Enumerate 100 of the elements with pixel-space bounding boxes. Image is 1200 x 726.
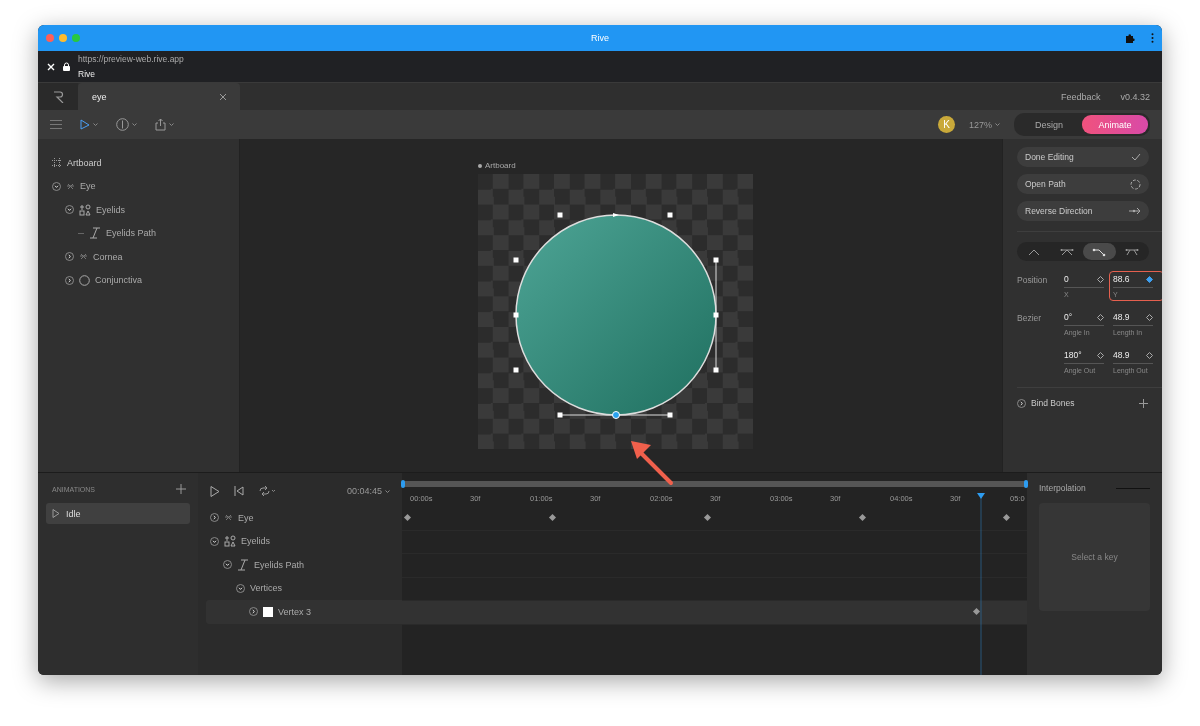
animation-item[interactable]: Idle bbox=[46, 503, 190, 524]
start-marker bbox=[613, 213, 619, 217]
keyframe-icon[interactable] bbox=[1097, 275, 1104, 283]
artboard-icon bbox=[52, 157, 62, 168]
expand-toggle[interactable] bbox=[210, 536, 219, 546]
value-field[interactable]: 48.9 bbox=[1113, 350, 1130, 360]
caret-icon[interactable] bbox=[132, 123, 137, 126]
shapes-icon bbox=[79, 203, 91, 216]
shapes-icon bbox=[224, 535, 236, 548]
dashed-circle-icon bbox=[1130, 178, 1141, 190]
layer-name[interactable]: Eye bbox=[80, 181, 96, 192]
pen-circle-icon[interactable] bbox=[116, 118, 129, 131]
vertex-mode-button[interactable] bbox=[1083, 243, 1116, 260]
puzzle-icon[interactable] bbox=[1125, 33, 1135, 43]
layer-name[interactable]: Eyelids Path bbox=[106, 228, 157, 239]
expand-toggle[interactable] bbox=[52, 181, 61, 191]
plus-icon[interactable] bbox=[1139, 398, 1148, 408]
zoom-dropdown[interactable]: 127% bbox=[968, 119, 1000, 130]
keyframe-icon[interactable] bbox=[1146, 275, 1153, 283]
version-label: v0.4.32 bbox=[1120, 91, 1150, 102]
circle-icon bbox=[79, 274, 90, 286]
expand-toggle[interactable] bbox=[1017, 398, 1026, 408]
menu-icon[interactable] bbox=[50, 120, 62, 129]
playhead[interactable] bbox=[976, 493, 986, 675]
keyframe[interactable] bbox=[972, 607, 981, 616]
property-label: Position bbox=[1017, 274, 1049, 287]
group-icon bbox=[224, 513, 233, 523]
keyframe[interactable] bbox=[703, 513, 712, 522]
page-title: Rive bbox=[78, 69, 96, 79]
section-title[interactable]: Bind Bones bbox=[1031, 398, 1075, 408]
track-name[interactable]: Vertex 3 bbox=[278, 606, 312, 617]
play-icon[interactable] bbox=[210, 485, 220, 497]
tree-connector bbox=[78, 232, 84, 234]
plus-icon[interactable] bbox=[176, 484, 186, 494]
window-title: Rive bbox=[591, 33, 609, 43]
keyframe-icon[interactable] bbox=[1097, 313, 1104, 321]
mode-tab[interactable]: Animate bbox=[1082, 115, 1148, 134]
pen-path-icon bbox=[237, 558, 249, 571]
action-button[interactable]: Open Path bbox=[1017, 174, 1149, 194]
value-field[interactable]: 48.9 bbox=[1113, 312, 1130, 322]
caret-icon[interactable] bbox=[93, 123, 98, 126]
mode-tab[interactable]: Design bbox=[1016, 115, 1082, 134]
expand-toggle[interactable] bbox=[65, 205, 74, 215]
property-label: Bezier bbox=[1017, 312, 1043, 325]
expand-toggle[interactable] bbox=[249, 607, 258, 617]
caret-icon[interactable] bbox=[385, 489, 390, 493]
value-field[interactable]: 180° bbox=[1064, 350, 1082, 360]
vertex-mode-icon bbox=[1059, 246, 1074, 257]
track-name[interactable]: Eyelids Path bbox=[254, 559, 305, 570]
action-button[interactable]: Done Editing bbox=[1017, 147, 1149, 167]
logo-icon[interactable] bbox=[52, 90, 64, 103]
pointer-icon[interactable] bbox=[80, 119, 90, 130]
track-name[interactable]: Eye bbox=[238, 512, 254, 523]
check-icon bbox=[1131, 153, 1141, 161]
expand-toggle[interactable] bbox=[65, 275, 74, 285]
url-text: https://preview-web.rive.app bbox=[78, 54, 184, 64]
track-name[interactable]: Vertices bbox=[250, 583, 282, 594]
group-icon bbox=[66, 181, 75, 191]
timeline-scrollbar[interactable] bbox=[402, 481, 1027, 487]
panel-title: Interpolation bbox=[1039, 483, 1086, 493]
value-field[interactable]: 88.6 bbox=[1113, 274, 1130, 284]
keyframe[interactable] bbox=[403, 513, 412, 522]
layer-name[interactable]: Eyelids bbox=[96, 204, 125, 215]
layer-name[interactable]: Artboard bbox=[67, 157, 102, 168]
caret-icon[interactable] bbox=[169, 123, 174, 126]
feedback-link[interactable]: Feedback bbox=[1060, 91, 1101, 102]
keyframe[interactable] bbox=[858, 513, 867, 522]
keyframe[interactable] bbox=[548, 513, 557, 522]
vertex-handle[interactable] bbox=[612, 411, 620, 419]
keyframe-icon[interactable] bbox=[1097, 351, 1104, 359]
more-icon[interactable] bbox=[1151, 33, 1154, 43]
vertex-mode-icon bbox=[1124, 246, 1139, 257]
expand-toggle[interactable] bbox=[236, 583, 245, 593]
caret-icon[interactable] bbox=[995, 123, 1000, 126]
lock-icon bbox=[63, 62, 70, 71]
keyframe[interactable] bbox=[1002, 513, 1011, 522]
artboard-label: Artboard bbox=[478, 161, 1002, 170]
value-field[interactable]: 0 bbox=[1064, 274, 1069, 284]
group-icon bbox=[79, 252, 88, 262]
expand-toggle[interactable] bbox=[210, 513, 219, 523]
expand-toggle[interactable] bbox=[65, 252, 74, 262]
layer-name[interactable]: Conjunctiva bbox=[95, 275, 143, 286]
keyframe-icon[interactable] bbox=[1146, 351, 1153, 359]
file-tab[interactable]: eye bbox=[78, 83, 240, 110]
export-icon[interactable] bbox=[155, 118, 166, 131]
track-name[interactable]: Eyelids bbox=[241, 536, 270, 547]
vertex-swatch bbox=[263, 606, 273, 617]
play-icon bbox=[52, 509, 60, 518]
skip-back-icon[interactable] bbox=[234, 486, 244, 496]
layer-name[interactable]: Cornea bbox=[93, 251, 123, 262]
vertex-mode-icon bbox=[1092, 246, 1107, 257]
expand-toggle[interactable] bbox=[223, 560, 232, 570]
pen-path-icon bbox=[89, 227, 101, 240]
loop-icon[interactable] bbox=[258, 486, 276, 496]
value-field[interactable]: 0° bbox=[1064, 312, 1073, 322]
keyframe-icon[interactable] bbox=[1146, 313, 1153, 321]
empty-message: Select a key bbox=[1071, 552, 1118, 562]
time-display[interactable]: 00:04:45 bbox=[346, 486, 390, 496]
arrow-right-icon bbox=[1129, 207, 1141, 215]
action-button[interactable]: Reverse Direction bbox=[1017, 201, 1149, 221]
